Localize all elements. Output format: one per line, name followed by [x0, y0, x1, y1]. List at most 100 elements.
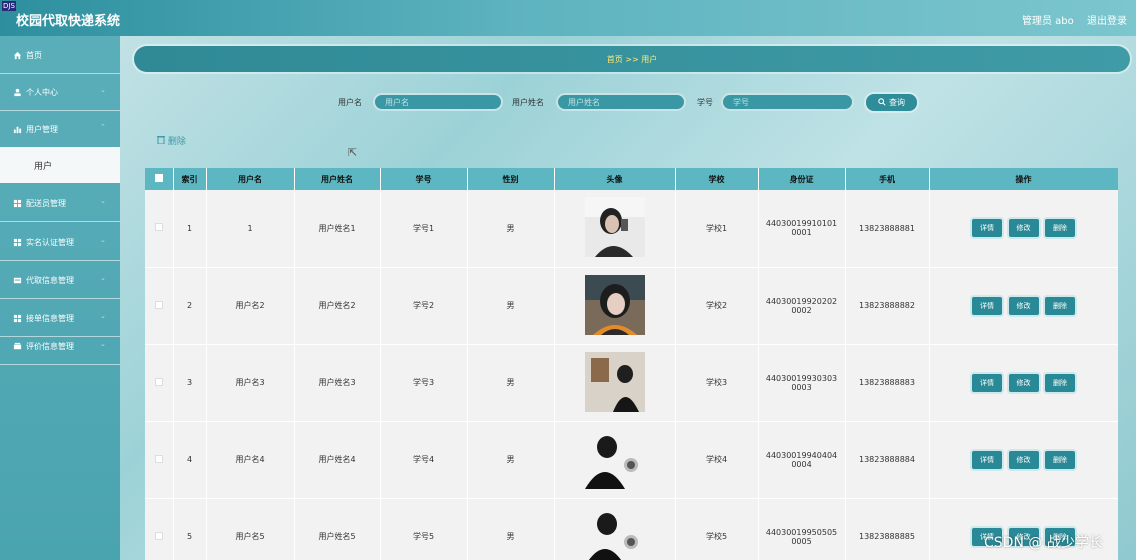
column-header: 操作 — [929, 168, 1118, 190]
query-label: 查询 — [889, 98, 905, 107]
select-all-header — [145, 168, 174, 190]
delete-label: 删除 — [167, 137, 186, 147]
avatar — [584, 197, 645, 258]
column-header: 用户姓名 — [294, 168, 381, 190]
cell-studentid: 学号1 — [380, 190, 468, 268]
delete-button[interactable]: 删除 — [1045, 373, 1076, 392]
edit-button[interactable]: 修改 — [1008, 450, 1039, 469]
column-header: 手机 — [845, 168, 930, 190]
sidebar-item-label: 首页 — [26, 51, 42, 60]
cell-school: 学校3 — [675, 344, 759, 422]
chevron-down-icon: ⌄ — [100, 312, 106, 320]
cell-idcard: 44030019940404 0004 — [758, 421, 846, 499]
cell-username: 1 — [206, 190, 295, 268]
username-input[interactable] — [373, 93, 503, 111]
cell-avatar — [554, 267, 676, 345]
top-bar: DJS 校园代取快递系统 管理员 abo 退出登录 — [0, 0, 1136, 36]
table-row: 1 1 用户姓名1 学号1 男 学校1 44030019910101 0001 1… — [145, 190, 1118, 268]
column-header: 学号 — [380, 168, 468, 190]
cell-index: 4 — [173, 421, 207, 499]
grid-icon — [12, 313, 22, 323]
cell-gender: 男 — [467, 498, 555, 560]
delete-button[interactable]: 删除 — [1045, 450, 1076, 469]
cell-gender: 男 — [467, 421, 555, 499]
delete-button[interactable]: 删除 — [1045, 296, 1076, 315]
sidebar-item-couriers[interactable]: 配送员管理 ⌄ — [0, 184, 120, 222]
cell-username: 用户名4 — [206, 421, 295, 499]
cell-index: 5 — [173, 498, 207, 560]
cell-gender: 男 — [467, 344, 555, 422]
logout-link[interactable]: 退出登录 — [1087, 12, 1127, 27]
username-label: 用户名 — [338, 98, 362, 107]
avatar — [584, 274, 645, 335]
cell-phone: 13823888884 — [845, 421, 930, 499]
sidebar-item-personal[interactable]: 个人中心 ⌄ — [0, 73, 120, 111]
row-checkbox[interactable] — [154, 531, 163, 540]
admin-label: 管理员 abo — [1022, 16, 1074, 27]
app-title: 校园代取快递系统 — [16, 14, 121, 29]
chevron-down-icon: ⌄ — [100, 197, 106, 205]
table-row: 2 用户名2 用户姓名2 学号2 男 学校2 44030019920202 000… — [145, 267, 1118, 345]
table-header-row: 索引 用户名 用户姓名 学号 性别 头像 学校 身份证 手机 操作 — [145, 168, 1118, 190]
user-icon — [12, 87, 22, 97]
detail-button[interactable]: 详情 — [971, 450, 1002, 469]
sidebar-item-users[interactable]: 用户管理 ⌃ — [0, 110, 120, 148]
sidebar-item-label: 实名认证管理 — [26, 238, 74, 247]
cell-phone: 13823888881 — [845, 190, 930, 268]
sidebar-subitem-label: 用户 — [34, 162, 53, 172]
cell-index: 3 — [173, 344, 207, 422]
sidebar-item-pickup-info[interactable]: 代取信息管理 ⌄ — [0, 261, 120, 299]
row-checkbox[interactable] — [154, 300, 163, 309]
row-checkbox[interactable] — [154, 454, 163, 463]
detail-button[interactable]: 详情 — [971, 219, 1002, 238]
row-checkbox[interactable] — [154, 223, 163, 232]
cell-actions: 详情 修改 删除 — [929, 190, 1118, 268]
edit-button[interactable]: 修改 — [1008, 296, 1039, 315]
table-row: 5 用户名5 用户姓名5 学号5 男 学校5 44030019950505 000… — [145, 498, 1118, 560]
query-button[interactable]: 查询 — [864, 92, 919, 113]
cell-school: 学校2 — [675, 267, 759, 345]
edit-button[interactable]: 修改 — [1008, 219, 1039, 238]
sidebar-item-verification[interactable]: 实名认证管理 ⌄ — [0, 223, 120, 261]
sidebar-item-label: 用户管理 — [26, 125, 58, 134]
realname-input[interactable] — [556, 93, 686, 111]
sidebar-item-label: 代取信息管理 — [26, 276, 74, 285]
grid-icon — [12, 198, 22, 208]
cell-school: 学校5 — [675, 498, 759, 560]
column-header: 性别 — [467, 168, 555, 190]
avatar — [584, 351, 645, 412]
inbox-icon — [12, 341, 22, 351]
column-header: 头像 — [554, 168, 676, 190]
logo: DJS — [2, 1, 16, 11]
mouse-cursor-icon: ⇱ — [348, 146, 358, 159]
sidebar-subitem-users[interactable]: 用户 — [0, 147, 120, 183]
sidebar-item-home[interactable]: 首页 — [0, 36, 120, 74]
row-checkbox[interactable] — [154, 377, 163, 386]
sidebar-item-label: 个人中心 — [26, 88, 58, 97]
cell-avatar — [554, 498, 676, 560]
cell-realname: 用户姓名5 — [294, 498, 381, 560]
cell-school: 学校4 — [675, 421, 759, 499]
breadcrumb: 首页 >> 用户 — [134, 46, 1130, 72]
studentid-input[interactable] — [721, 93, 854, 111]
avatar — [584, 505, 645, 560]
chevron-down-icon: ⌄ — [100, 340, 106, 348]
realname-label: 用户姓名 — [512, 98, 544, 107]
sidebar-item-label: 评价信息管理 — [26, 342, 74, 351]
cell-studentid: 学号5 — [380, 498, 468, 560]
grid-icon — [12, 237, 22, 247]
cell-avatar — [554, 421, 676, 499]
cell-avatar — [554, 344, 676, 422]
sidebar-item-reviews[interactable]: 评价信息管理 ⌄ — [0, 327, 120, 365]
select-all-checkbox[interactable] — [154, 174, 163, 182]
detail-button[interactable]: 详情 — [971, 373, 1002, 392]
batch-delete-button[interactable]: 删除 — [157, 134, 186, 147]
detail-button[interactable]: 详情 — [971, 296, 1002, 315]
edit-button[interactable]: 修改 — [1008, 373, 1039, 392]
cell-gender: 男 — [467, 190, 555, 268]
delete-button[interactable]: 删除 — [1045, 219, 1076, 238]
cell-studentid: 学号3 — [380, 344, 468, 422]
cell-index: 2 — [173, 267, 207, 345]
studentid-label: 学号 — [697, 98, 713, 107]
cell-school: 学校1 — [675, 190, 759, 268]
